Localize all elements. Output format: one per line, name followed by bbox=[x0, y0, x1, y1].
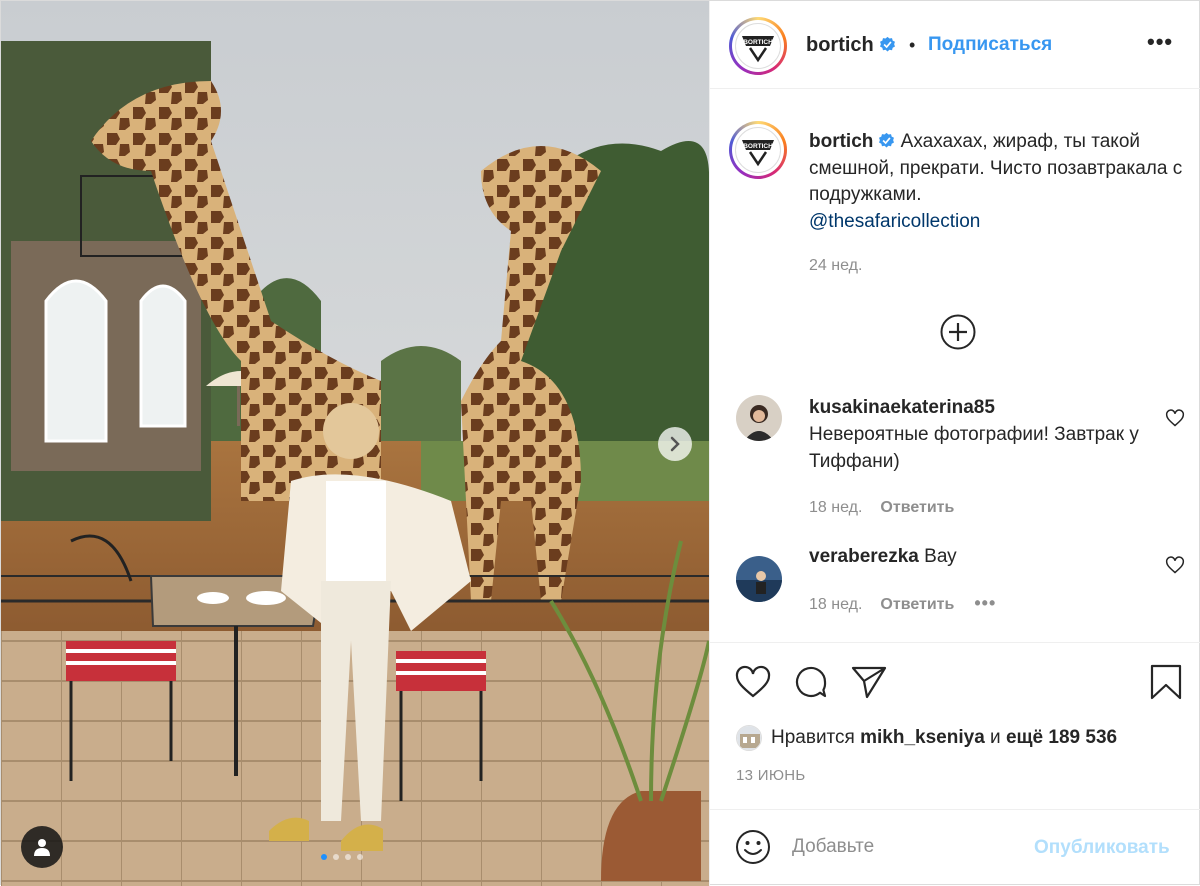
caption-timestamp[interactable]: 24 нед. bbox=[809, 257, 862, 275]
post-actions: Нравится mikh_kseniya и ещё 189 536 13 И… bbox=[710, 642, 1200, 809]
follow-button[interactable]: Подписаться bbox=[928, 34, 1052, 56]
bookmark-icon[interactable] bbox=[1147, 663, 1185, 701]
svg-text:BORTICH: BORTICH bbox=[743, 39, 773, 46]
user-tag-icon bbox=[34, 839, 50, 856]
heart-icon[interactable] bbox=[1165, 408, 1185, 428]
carousel-dot bbox=[333, 854, 339, 860]
comment-icon[interactable] bbox=[792, 663, 830, 701]
likes-count[interactable]: ещё 189 536 bbox=[1006, 727, 1117, 749]
likes-summary[interactable]: Нравится mikh_kseniya и ещё 189 536 bbox=[736, 725, 1117, 751]
commenter-username[interactable]: kusakinaekaterina85 bbox=[809, 397, 995, 418]
post-caption: bortich Ахахахах, жираф, ты такой смешно… bbox=[809, 129, 1194, 235]
author-avatar[interactable]: BORTICH bbox=[729, 17, 787, 75]
comment-body: veraberezka Вау bbox=[809, 543, 1149, 570]
user-tags-button[interactable] bbox=[21, 826, 63, 868]
header-separator: • bbox=[909, 35, 916, 55]
reply-button[interactable]: Ответить bbox=[880, 499, 954, 516]
comment-meta: 18 нед. Ответить bbox=[809, 499, 954, 517]
comment-text: Вау bbox=[924, 546, 957, 567]
comment-text: Невероятные фотографии! Завтрак у Тиффан… bbox=[809, 424, 1139, 472]
heart-icon[interactable] bbox=[734, 663, 772, 701]
post-side-panel: BORTICH bortich • Подписаться ••• BORTIC… bbox=[709, 1, 1200, 886]
instagram-post: BORTICH bortich • Подписаться ••• BORTIC… bbox=[0, 0, 1200, 886]
next-arrow-icon bbox=[670, 436, 680, 452]
emoji-icon[interactable] bbox=[734, 828, 772, 866]
comment-meta: 18 нед. Ответить ••• bbox=[809, 593, 996, 614]
add-comment-form: Опубликовать bbox=[710, 809, 1200, 886]
comment-time: 18 нед. bbox=[809, 499, 863, 516]
next-slide-button[interactable] bbox=[658, 427, 692, 461]
comment-body: kusakinaekaterina85 Невероятные фотограф… bbox=[809, 394, 1149, 475]
share-icon[interactable] bbox=[850, 663, 888, 701]
post-date[interactable]: 13 ИЮНЬ bbox=[736, 767, 806, 784]
post-header: BORTICH bortich • Подписаться ••• bbox=[710, 1, 1200, 89]
carousel-indicator bbox=[321, 854, 363, 860]
more-options-button[interactable]: ••• bbox=[1147, 29, 1173, 55]
add-comment-icon[interactable] bbox=[939, 313, 977, 351]
verified-icon bbox=[879, 36, 895, 52]
heart-icon[interactable] bbox=[1165, 555, 1185, 575]
comment-time: 18 нед. bbox=[809, 596, 863, 613]
carousel-dot bbox=[321, 854, 327, 860]
liker-username[interactable]: mikh_kseniya bbox=[860, 727, 985, 749]
caption-username[interactable]: bortich bbox=[809, 131, 873, 152]
bortich-logo: BORTICH bbox=[735, 23, 781, 69]
likes-middle: и bbox=[990, 727, 1001, 748]
verified-icon bbox=[879, 132, 895, 148]
photo-scene bbox=[1, 1, 709, 886]
comment-more-button[interactable]: ••• bbox=[974, 593, 996, 613]
reply-button[interactable]: Ответить bbox=[880, 596, 954, 613]
svg-text:BORTICH: BORTICH bbox=[743, 143, 773, 150]
author-username[interactable]: bortich bbox=[806, 34, 874, 56]
likes-prefix: Нравится bbox=[771, 727, 855, 748]
liker-avatar bbox=[736, 725, 762, 751]
comments-section: BORTICH bortich Ахахахах, жираф, ты тако… bbox=[710, 89, 1200, 641]
bortich-logo: BORTICH bbox=[735, 127, 781, 173]
caption-mention-link[interactable]: @thesafaricollection bbox=[809, 211, 980, 232]
commenter-avatar[interactable] bbox=[736, 395, 782, 441]
post-photo[interactable] bbox=[1, 1, 709, 886]
commenter-username[interactable]: veraberezka bbox=[809, 546, 919, 567]
comment-input[interactable] bbox=[792, 830, 1022, 864]
carousel-dot bbox=[345, 854, 351, 860]
publish-button[interactable]: Опубликовать bbox=[1034, 837, 1170, 859]
author-name-wrap: bortich bbox=[806, 34, 896, 57]
caption-author-avatar[interactable]: BORTICH bbox=[729, 121, 787, 179]
carousel-dot bbox=[357, 854, 363, 860]
commenter-avatar[interactable] bbox=[736, 556, 782, 602]
